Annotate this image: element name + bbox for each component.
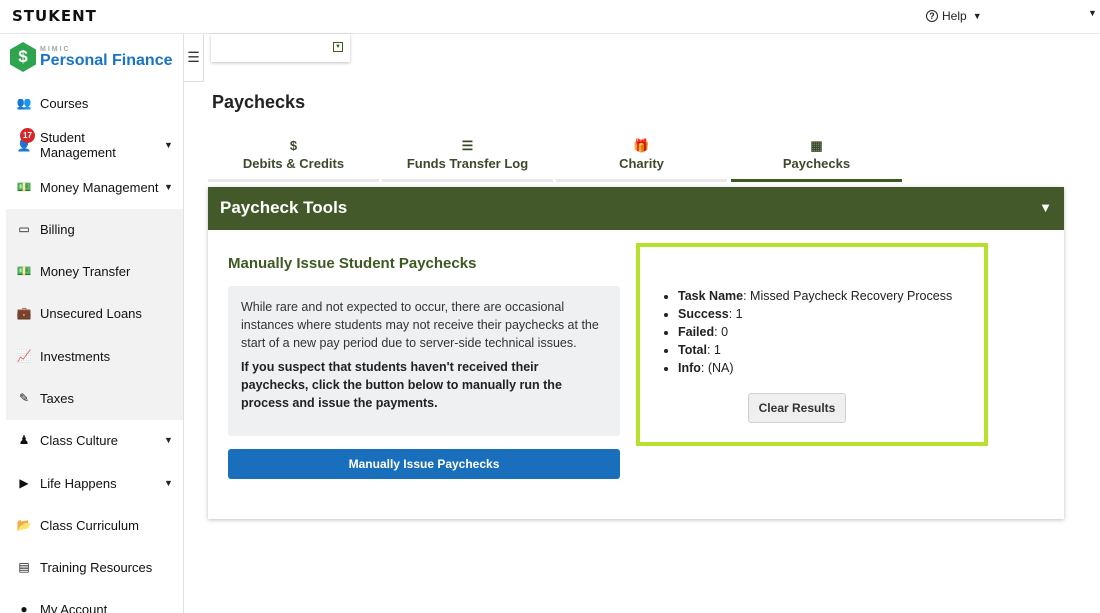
newspaper-icon: ▦ [810,138,823,153]
section-title: Manually Issue Student Paychecks [228,255,477,272]
sidebar-item-class-culture[interactable]: ♟ Class Culture ▼ [0,419,184,461]
edit-icon: ✎ [18,391,30,405]
sidebar-item-money-management[interactable]: 💵 Money Management ▼ [0,166,184,208]
sidebar-item-label: Courses [40,95,89,111]
tab-funds-transfer-log[interactable]: ☰ Funds Transfer Log [382,134,553,182]
folder-open-icon: 📂 [16,518,32,532]
sidebar-item-label: Class Culture [40,432,119,448]
tab-charity[interactable]: 🎁 Charity [556,134,727,182]
sidebar-item-training-resources[interactable]: ▤ Training Resources [0,546,184,588]
top-bar: STUKENT ? Help ▼ ▼ [0,0,1100,34]
sidebar-item-taxes[interactable]: ✎ Taxes [0,377,184,419]
sidebar-item-label: My Account [40,601,108,613]
gift-icon: 🎁 [633,138,650,153]
info-note: While rare and not expected to occur, th… [228,286,620,436]
sidebar-item-label: Investments [40,348,111,364]
note-strong-text: If you suspect that students haven't rec… [241,360,562,410]
result-total: Total: 1 [678,341,952,359]
tab-label: Paychecks [782,156,851,171]
dollar-icon: $ [289,138,298,153]
sidebar-item-student-management[interactable]: 👤 17 Student Management ▼ [0,124,184,166]
chevron-down-icon[interactable]: ▼ [1039,187,1052,229]
sidebar-item-label: Taxes [40,390,74,406]
play-circle-icon: ▶ [19,476,29,490]
money-icon: 💵 [16,180,32,194]
money-transfer-icon: 💵 [16,264,32,278]
paycheck-tools-panel: Paycheck Tools ▼ Manually Issue Student … [208,187,1064,519]
trophy-icon: ♟ [18,433,30,447]
users-icon: 👥 [16,96,32,110]
dollar-hex-icon: $ [10,42,36,72]
notification-badge: 17 [20,128,35,143]
sidebar: $ MIMIC Personal Finance 👥 Courses 👤 17 … [0,34,184,613]
tab-paychecks[interactable]: ▦ Paychecks [731,134,902,182]
sidebar-item-label: Training Resources [40,559,153,575]
page-title: Paychecks [212,92,306,112]
logo-name: Personal Finance [40,51,173,69]
caret-square-down-icon[interactable]: ▼ [333,42,343,52]
result-success: Success: 1 [678,305,952,323]
question-circle-icon: ? [926,10,938,22]
help-label: Help [942,9,967,23]
tab-label: Charity [619,156,664,171]
hamburger-menu-icon[interactable]: ☰ [184,34,204,82]
tab-bar: $ Debits & Credits ☰ Funds Transfer Log … [208,134,904,182]
tab-label: Funds Transfer Log [406,156,529,171]
sidebar-item-my-account[interactable]: ● My Account [0,588,184,613]
help-menu[interactable]: ? Help ▼ [926,9,982,23]
sidebar-item-label: Class Curriculum [40,517,139,533]
tab-debits-credits[interactable]: $ Debits & Credits [208,134,379,182]
sidebar-item-label: Money Management [40,179,159,195]
chart-line-icon: 📈 [16,349,32,363]
result-failed: Failed: 0 [678,323,952,341]
sidebar-item-life-happens[interactable]: ▶ Life Happens ▼ [0,462,184,504]
sidebar-item-label: Life Happens [40,475,117,491]
note-text: While rare and not expected to occur, th… [241,300,599,350]
file-icon: ▤ [18,560,30,574]
course-selector[interactable]: ▼ [211,34,350,62]
list-icon: ☰ [461,138,474,153]
sidebar-item-billing[interactable]: ▭ Billing [0,208,184,250]
chevron-down-icon: ▼ [164,182,173,192]
chevron-down-icon: ▼ [164,478,173,488]
chevron-down-icon: ▼ [972,11,982,21]
credit-card-icon: ▭ [18,222,30,236]
chevron-down-icon: ▼ [164,435,173,445]
chevron-down-icon[interactable]: ▼ [1088,8,1097,18]
briefcase-icon: 💼 [16,306,32,320]
sidebar-item-investments[interactable]: 📈 Investments [0,335,184,377]
result-info: Info: (NA) [678,359,952,377]
sidebar-item-courses[interactable]: 👥 Courses [0,82,184,124]
sidebar-item-money-transfer[interactable]: 💵 Money Transfer [0,250,184,292]
panel-title: Paycheck Tools [220,198,348,217]
clear-results-button[interactable]: Clear Results [748,393,846,423]
account-icon: ● [20,602,28,613]
panel-header[interactable]: Paycheck Tools ▼ [208,187,1064,230]
sidebar-item-label: Money Transfer [40,263,131,279]
sidebar-item-unsecured-loans[interactable]: 💼 Unsecured Loans [0,292,184,334]
app-logo[interactable]: $ MIMIC Personal Finance [10,40,173,74]
manually-issue-paychecks-button[interactable]: Manually Issue Paychecks [228,449,620,479]
sidebar-item-label: Unsecured Loans [40,305,142,321]
result-task-name: Task Name: Missed Paycheck Recovery Proc… [678,287,952,305]
chevron-down-icon: ▼ [164,140,173,150]
results-list: Task Name: Missed Paycheck Recovery Proc… [678,287,952,377]
sidebar-item-label: Billing [40,221,75,237]
sidebar-item-class-curriculum[interactable]: 📂 Class Curriculum [0,504,184,546]
task-results-box: Task Name: Missed Paycheck Recovery Proc… [636,243,988,446]
stukent-logo[interactable]: STUKENT [12,7,97,25]
tab-label: Debits & Credits [242,156,345,171]
sidebar-item-label: Student Management [40,130,116,160]
